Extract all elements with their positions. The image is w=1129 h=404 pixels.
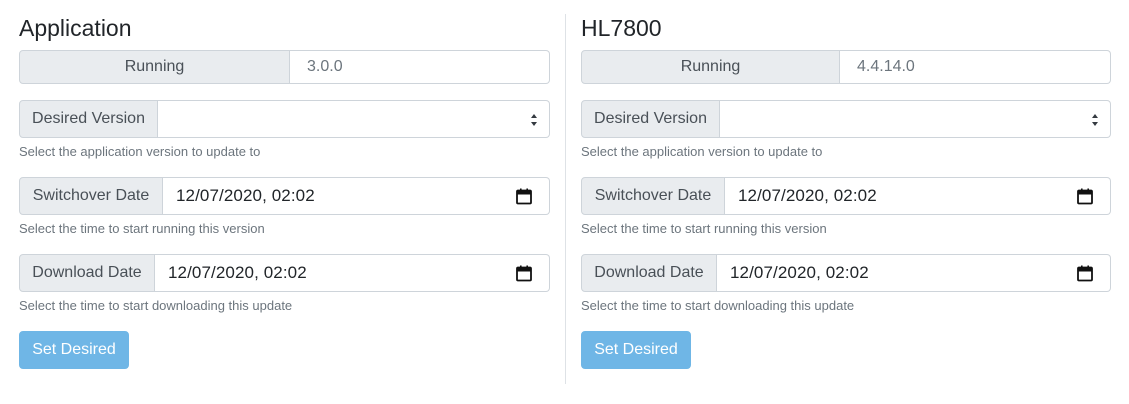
calendar-icon[interactable] [1077,265,1093,282]
hl7800-download-help: Select the time to start downloading thi… [581,298,855,313]
application-switchover-input[interactable]: 12/07/2020, 02:02 [163,177,550,215]
hl7800-running-group: Running 4.4.14.0 [581,50,1111,84]
hl7800-running-value: 4.4.14.0 [840,50,1111,84]
select-arrows-icon [531,114,537,126]
application-running-group: Running 3.0.0 [19,50,550,84]
hl7800-running-label: Running [581,50,840,84]
hl7800-download-group: Download Date 12/07/2020, 02:02 [581,254,1111,292]
application-desired-label: Desired Version [19,100,158,138]
calendar-icon[interactable] [1077,188,1093,205]
hl7800-switchover-value: 12/07/2020, 02:02 [738,186,877,205]
hl7800-desired-group: Desired Version [581,100,1111,138]
application-desired-group: Desired Version [19,100,550,138]
application-download-label: Download Date [19,254,155,292]
application-running-label: Running [19,50,290,84]
application-title: Application [19,15,132,41]
application-switchover-label: Switchover Date [19,177,163,215]
hl7800-desired-label: Desired Version [581,100,720,138]
application-switchover-value: 12/07/2020, 02:02 [176,186,315,205]
hl7800-download-label: Download Date [581,254,717,292]
hl7800-switchover-label: Switchover Date [581,177,725,215]
calendar-icon[interactable] [516,188,532,205]
calendar-icon[interactable] [516,265,532,282]
application-set-desired-button[interactable]: Set Desired [19,331,129,369]
application-download-value: 12/07/2020, 02:02 [168,263,307,282]
application-running-value: 3.0.0 [290,50,550,84]
hl7800-desired-help: Select the application version to update… [581,144,823,159]
hl7800-switchover-input[interactable]: 12/07/2020, 02:02 [725,177,1111,215]
application-download-group: Download Date 12/07/2020, 02:02 [19,254,550,292]
hl7800-desired-select[interactable] [720,100,1111,138]
application-download-input[interactable]: 12/07/2020, 02:02 [155,254,550,292]
panel-divider [565,14,566,384]
hl7800-download-value: 12/07/2020, 02:02 [730,263,869,282]
hl7800-download-input[interactable]: 12/07/2020, 02:02 [717,254,1111,292]
application-desired-select[interactable] [158,100,550,138]
hl7800-title: HL7800 [581,15,662,41]
select-arrows-icon [1092,114,1098,126]
hl7800-switchover-help: Select the time to start running this ve… [581,221,827,236]
application-switchover-group: Switchover Date 12/07/2020, 02:02 [19,177,550,215]
hl7800-set-desired-button[interactable]: Set Desired [581,331,691,369]
application-switchover-help: Select the time to start running this ve… [19,221,265,236]
application-desired-help: Select the application version to update… [19,144,261,159]
hl7800-switchover-group: Switchover Date 12/07/2020, 02:02 [581,177,1111,215]
application-download-help: Select the time to start downloading thi… [19,298,293,313]
